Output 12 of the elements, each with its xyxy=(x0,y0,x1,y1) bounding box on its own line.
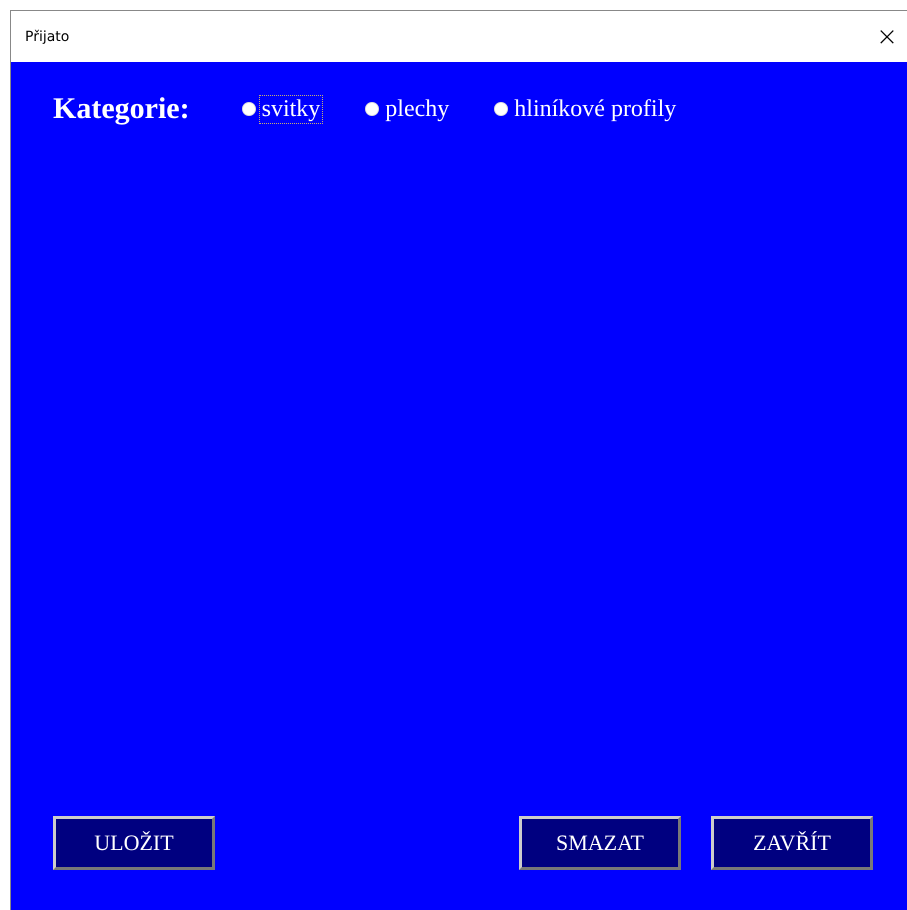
radio-label[interactable]: plechy xyxy=(382,94,452,124)
action-button[interactable]: ZAVŘÍT xyxy=(711,816,873,870)
radio-button[interactable] xyxy=(365,102,380,116)
radio-button[interactable] xyxy=(494,102,508,116)
radio-label[interactable]: svitky xyxy=(258,94,324,124)
close-button[interactable]: × xyxy=(867,16,907,56)
radio-button[interactable] xyxy=(242,102,256,116)
save-button[interactable]: ULOŽIT xyxy=(53,816,215,870)
action-button[interactable]: SMAZAT xyxy=(519,816,681,870)
window-title: Přijato xyxy=(25,28,70,44)
category-label: Kategorie: xyxy=(53,92,190,126)
radio-label[interactable]: hliníkové profily xyxy=(511,94,680,124)
